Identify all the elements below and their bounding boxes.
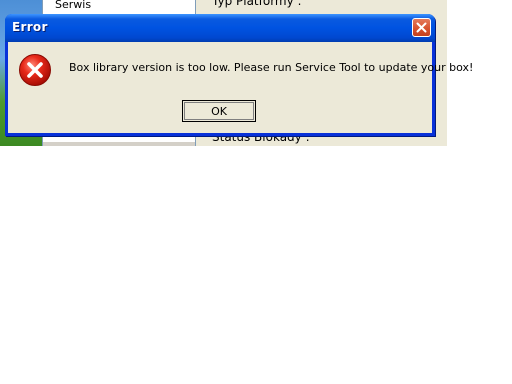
platform-type-label: Typ Platformy : xyxy=(212,0,302,8)
dialog-body: Box library version is too low. Please r… xyxy=(8,42,473,133)
close-button[interactable] xyxy=(412,18,431,37)
error-dialog: Error Box library version is too low. Pl… xyxy=(5,14,473,136)
sidebar-scrollbar[interactable] xyxy=(43,142,195,146)
error-message: Box library version is too low. Please r… xyxy=(69,61,474,74)
dialog-title: Error xyxy=(12,20,48,34)
ok-button[interactable]: OK xyxy=(182,100,256,122)
dialog-titlebar[interactable]: Error xyxy=(5,14,435,42)
sidebar-item-serwis[interactable]: Serwis xyxy=(55,0,91,11)
close-icon xyxy=(416,22,427,33)
error-icon xyxy=(19,54,51,86)
